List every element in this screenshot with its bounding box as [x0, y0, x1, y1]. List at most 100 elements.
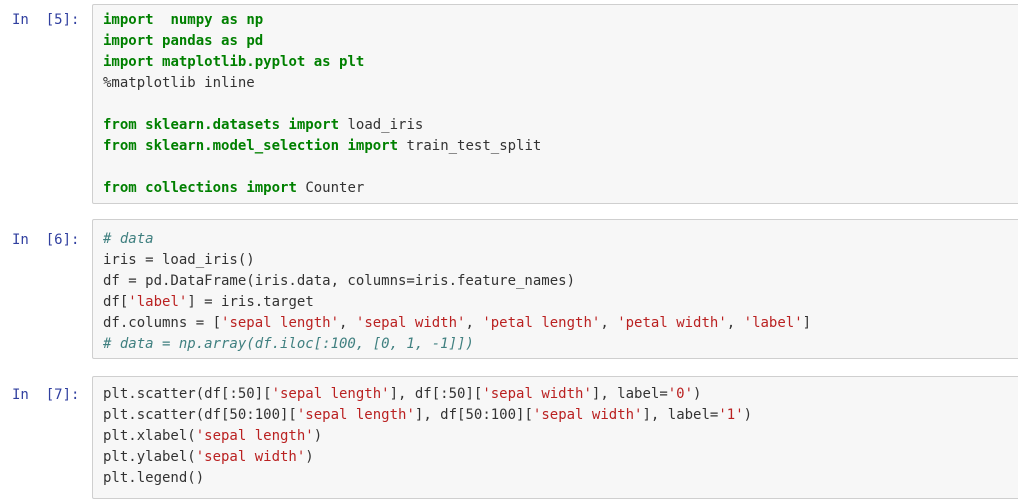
code-token: plt.legend()	[103, 470, 205, 486]
keyword-token: plt	[339, 54, 365, 70]
code-line: df.columns = ['sepal length', 'sepal wid…	[103, 313, 811, 334]
code-token: plt.ylabel(	[103, 449, 196, 465]
string-token: 'label'	[128, 294, 188, 310]
code-line: import pandas as pd	[103, 31, 541, 52]
code-token: ], label=	[642, 407, 719, 423]
code-token: )	[693, 386, 702, 402]
code-token: )	[743, 407, 753, 423]
string-token: 'label'	[743, 315, 803, 331]
keyword-token: matplotlib.pyplot	[162, 54, 306, 70]
string-token: '0'	[667, 386, 694, 402]
keyword-token: import	[103, 12, 154, 28]
code-line: from sklearn.model_selection import trai…	[103, 136, 541, 157]
code-token: ,	[465, 315, 483, 331]
code-token: load_iris	[339, 117, 424, 133]
string-token: 'sepal width'	[482, 386, 592, 402]
string-token: 'petal width'	[617, 315, 727, 331]
keyword-token: sklearn.datasets	[145, 117, 281, 133]
keyword-token: np	[246, 12, 264, 28]
code-editor[interactable]: # data iris = load_iris()df = pd.DataFram…	[92, 219, 1018, 359]
keyword-token: numpy	[170, 12, 213, 28]
keyword-token: collections	[145, 180, 238, 196]
code-token: )	[313, 428, 323, 444]
string-token: 'sepal length'	[296, 407, 415, 423]
code-line: df['label'] = iris.target	[103, 292, 811, 313]
string-token: 'sepal length'	[221, 315, 340, 331]
code-token: plt.scatter(df[50:100][	[103, 407, 297, 423]
code-token: ], label=	[591, 386, 668, 402]
code-line: plt.legend()	[103, 468, 752, 489]
keyword-token: as	[221, 12, 238, 28]
keyword-token: import	[347, 138, 399, 154]
code-line: plt.xlabel('sepal length')	[103, 426, 752, 447]
code-token: df = pd.DataFrame(iris.data, columns=iri…	[103, 273, 576, 289]
code-token: iris = load_iris()	[103, 252, 255, 268]
string-token: 'sepal width'	[195, 449, 306, 465]
code-token: ], df[50:100][	[414, 407, 533, 423]
code-line: %matplotlib inline	[103, 73, 541, 94]
code-token: ,	[339, 315, 356, 331]
code-line: df = pd.DataFrame(iris.data, columns=iri…	[103, 271, 811, 292]
keyword-token: pd	[246, 33, 264, 49]
code-line: from collections import Counter	[103, 178, 541, 199]
code-token: %matplotlib inline	[103, 75, 255, 91]
code-line: iris = load_iris()	[103, 250, 811, 271]
code-token: ,	[600, 315, 618, 331]
string-token: 'petal length'	[482, 315, 601, 331]
code-token: ] = iris.target	[187, 294, 314, 310]
code-token: df.columns = [	[103, 315, 222, 331]
keyword-token: from	[103, 117, 137, 133]
code-line: from sklearn.datasets import load_iris	[103, 115, 541, 136]
code-line: import numpy as np	[103, 10, 541, 31]
keyword-token: import	[246, 180, 297, 196]
code-line: plt.ylabel('sepal width')	[103, 447, 752, 468]
keyword-token: import	[103, 54, 154, 70]
code-token: plt.xlabel(	[103, 428, 196, 444]
string-token: '1'	[718, 407, 744, 423]
keyword-token: from	[103, 138, 137, 154]
code-editor[interactable]: import numpy as np import pandas as pd imp…	[92, 4, 1018, 204]
keyword-token: import	[103, 33, 154, 49]
code-text: # data iris = load_iris()df = pd.DataFram…	[103, 229, 811, 355]
keyword-token: as	[313, 54, 331, 70]
string-token: 'sepal length'	[195, 428, 314, 444]
code-line: # data = np.array(df.iloc[:100, [0, 1, -…	[103, 334, 811, 355]
keyword-token: import	[288, 117, 340, 133]
code-token: ], df[:50][	[389, 386, 483, 402]
code-token: train_test_split	[398, 138, 542, 154]
code-line: plt.scatter(df[:50]['sepal length'], df[…	[103, 384, 752, 405]
code-token: Counter	[296, 180, 365, 196]
code-token: )	[305, 449, 314, 465]
code-line: plt.scatter(df[50:100]['sepal length'], …	[103, 405, 752, 426]
code-token: plt.scatter(df[:50][	[103, 386, 272, 402]
code-token: ]	[802, 315, 812, 331]
string-token: 'sepal length'	[271, 386, 390, 402]
code-token: df[	[103, 294, 129, 310]
code-text: import numpy as np import pandas as pd imp…	[103, 10, 541, 199]
code-token: ,	[726, 315, 744, 331]
input-prompt: In [6]:	[12, 232, 80, 248]
comment-token: # data = np.array(df.iloc[:100, [0, 1, -…	[103, 336, 474, 352]
keyword-token: pandas	[162, 33, 213, 49]
keyword-token: as	[221, 33, 238, 49]
input-prompt: In [5]:	[12, 12, 80, 28]
code-line: import matplotlib.pyplot as plt	[103, 52, 541, 73]
keyword-token: from	[103, 180, 137, 196]
string-token: 'sepal width'	[532, 407, 643, 423]
input-prompt: In [7]:	[12, 387, 80, 403]
code-editor[interactable]: plt.scatter(df[:50]['sepal length'], df[…	[92, 376, 1018, 499]
keyword-token: sklearn.model_selection	[145, 138, 340, 154]
comment-token: # data	[103, 231, 154, 247]
